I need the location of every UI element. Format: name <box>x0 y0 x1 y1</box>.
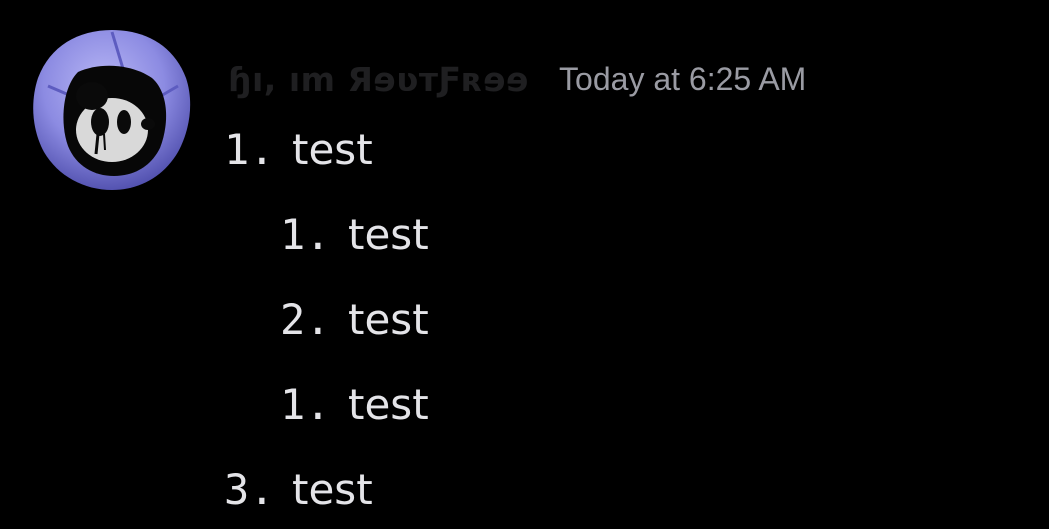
list-marker: 1. <box>280 210 331 259</box>
list-item-text: test <box>292 465 373 514</box>
list-item-text: test <box>348 210 429 259</box>
author-name[interactable]: ɧı, ım ЯɘʋтƑʀɘɘ <box>228 60 529 99</box>
hooded-cartoon-avatar-icon <box>33 30 191 190</box>
message-header: ɧı, ım ЯɘʋтƑʀɘɘ Today at 6:25 AM <box>228 54 806 104</box>
user-avatar[interactable] <box>28 26 196 194</box>
list-item-text: test <box>348 380 429 429</box>
list-marker: 2. <box>280 295 331 344</box>
list-item: 1. test <box>280 210 429 260</box>
list-marker: 1. <box>224 125 275 174</box>
list-marker: 3. <box>224 465 275 514</box>
list-item: 3. test <box>224 465 373 515</box>
message-timestamp[interactable]: Today at 6:25 AM <box>559 61 806 98</box>
list-item-text: test <box>292 125 373 174</box>
list-marker: 1. <box>280 380 331 429</box>
list-item-text: test <box>348 295 429 344</box>
list-item: 2. test <box>280 295 429 345</box>
list-item: 1. test <box>280 380 429 430</box>
list-item: 1. test <box>224 125 373 175</box>
chat-message: ɧı, ım ЯɘʋтƑʀɘɘ Today at 6:25 AM 1. test… <box>0 0 1049 529</box>
